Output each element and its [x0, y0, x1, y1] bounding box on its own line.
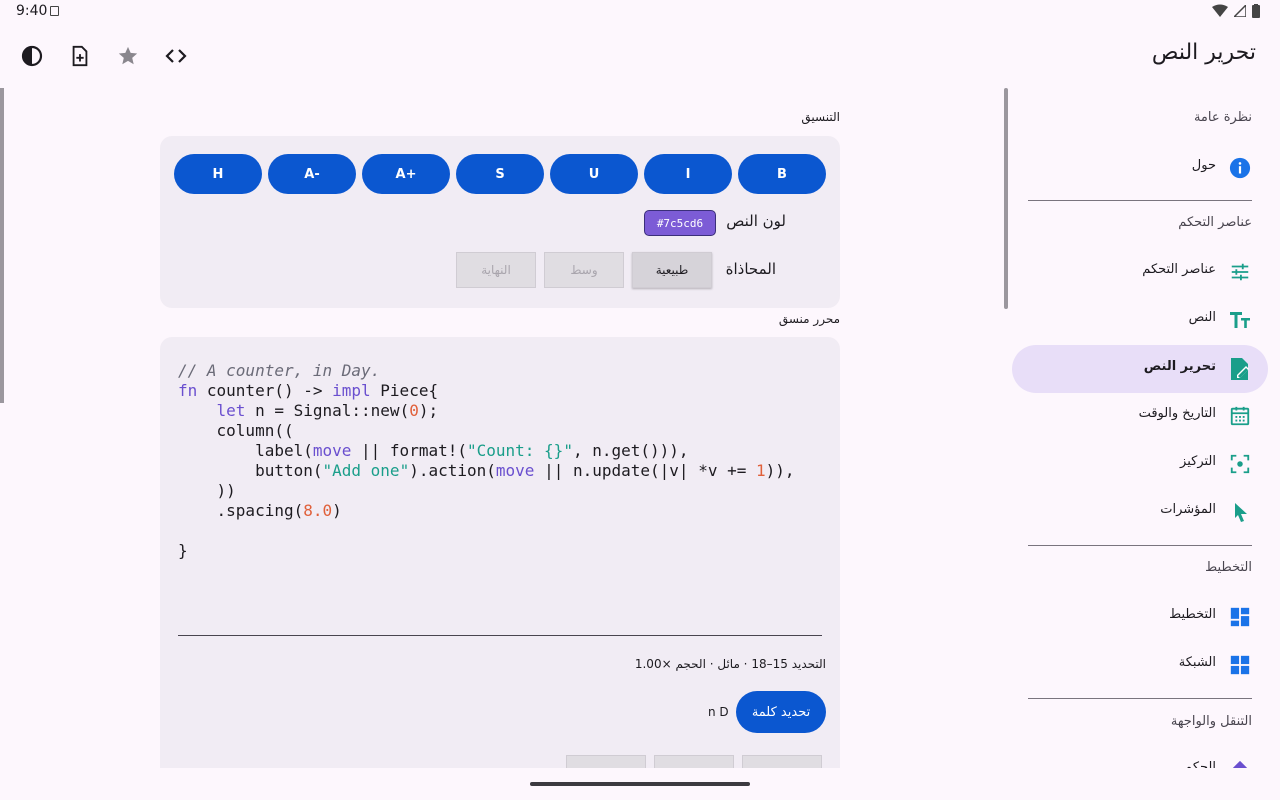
favorite-button[interactable] — [112, 40, 144, 72]
layout-icon — [1228, 605, 1252, 629]
sidebar-item-label: عناصر التحكم — [1142, 262, 1216, 277]
code-icon — [165, 49, 187, 63]
signal-icon — [1234, 5, 1246, 17]
underline-button[interactable]: U — [550, 154, 638, 194]
navigation-sidebar: نظرة عامة حول عناصر التحكم عناصر التحكم … — [1004, 88, 1280, 768]
sidebar-item-label: الحكم — [1184, 760, 1216, 768]
bold-button[interactable]: B — [738, 154, 826, 194]
section-layout-title: التخطيط — [1205, 560, 1252, 575]
sidebar-item-focus[interactable]: التركيز — [1012, 440, 1268, 488]
pointer-icon — [1228, 500, 1252, 524]
sidebar-item-label: التخطيط — [1169, 607, 1216, 622]
sidebar-item-label: التركيز — [1180, 454, 1216, 469]
align-center-option[interactable]: وسط — [544, 252, 624, 288]
status-time: 9:40 — [16, 3, 48, 19]
editor-action-button-3[interactable] — [566, 755, 646, 768]
focus-icon — [1228, 452, 1252, 476]
diamond-icon — [1228, 758, 1252, 768]
increase-size-button[interactable]: A+ — [362, 154, 450, 194]
align-end-option[interactable]: النهاية — [456, 252, 536, 288]
editor-underline — [178, 635, 822, 636]
sidebar-divider — [1028, 698, 1252, 699]
formatting-section-label: التنسيق — [801, 110, 840, 124]
status-bar: 9:40 — [0, 0, 1280, 24]
sidebar-scrollbar[interactable] — [1004, 88, 1008, 309]
sidebar-item-about[interactable]: حول — [1012, 144, 1268, 192]
nd-text: n D — [708, 705, 729, 719]
editor-action-button-2[interactable] — [654, 755, 734, 768]
sidebar-item-partial[interactable]: الحكم — [1012, 746, 1268, 768]
sidebar-divider — [1028, 200, 1252, 201]
alignment-label: المحاذاة — [725, 260, 776, 278]
page-title: تحرير النص — [1151, 40, 1256, 65]
sidebar-item-grid[interactable]: الشبكة — [1012, 641, 1268, 689]
main-content: التنسيق B I U S A+ A- H لون النص #7c5cd6… — [0, 88, 1004, 768]
text-color-chip[interactable]: #7c5cd6 — [644, 210, 716, 236]
sidebar-item-label: المؤشرات — [1160, 502, 1216, 517]
theme-toggle-icon — [21, 45, 43, 67]
editor-card: // A counter, in Day. fn counter() -> im… — [160, 337, 840, 768]
editor-status-text: التحديد 15–18 · مائل · الحجم ×1.00 — [634, 657, 826, 671]
star-icon — [118, 46, 138, 65]
theme-toggle-button[interactable] — [16, 40, 48, 72]
text-color-label: لون النص — [726, 212, 786, 230]
sidebar-item-text-editing[interactable]: تحرير النص — [1012, 345, 1268, 393]
section-controls-title: عناصر التحكم — [1178, 215, 1252, 230]
section-navigation-title: التنقل والواجهة — [1170, 714, 1252, 729]
sidebar-item-pointers[interactable]: المؤشرات — [1012, 488, 1268, 536]
sidebar-item-label: حول — [1191, 158, 1216, 173]
italic-button[interactable]: I — [644, 154, 732, 194]
grid-icon — [1228, 653, 1252, 677]
home-indicator[interactable] — [530, 782, 750, 786]
sidebar-item-label: تحرير النص — [1143, 359, 1216, 374]
new-document-button[interactable] — [64, 40, 96, 72]
new-document-icon — [72, 45, 88, 67]
code-view-button[interactable] — [160, 40, 192, 72]
strikethrough-button[interactable]: S — [456, 154, 544, 194]
text-fields-icon — [1228, 308, 1252, 332]
heading-button[interactable]: H — [174, 154, 262, 194]
formatting-card: B I U S A+ A- H لون النص #7c5cd6 المحاذا… — [160, 136, 840, 308]
select-word-button[interactable]: تحديد كلمة — [736, 691, 826, 733]
sidebar-item-label: التاريخ والوقت — [1138, 406, 1216, 421]
section-overview-title: نظرة عامة — [1193, 110, 1252, 125]
wifi-icon — [1212, 4, 1228, 17]
decrease-size-button[interactable]: A- — [268, 154, 356, 194]
edit-document-icon — [1228, 357, 1252, 381]
editor-section-label: محرر منسق — [778, 312, 840, 326]
notification-icon — [50, 6, 59, 16]
sidebar-item-layout[interactable]: التخطيط — [1012, 593, 1268, 641]
sidebar-item-controls[interactable]: عناصر التحكم — [1012, 248, 1268, 296]
battery-icon — [1252, 4, 1260, 18]
tune-icon — [1228, 260, 1252, 284]
info-icon — [1228, 156, 1252, 180]
sidebar-item-label: النص — [1188, 310, 1216, 325]
sidebar-item-date-time[interactable]: التاريخ والوقت — [1012, 392, 1268, 440]
align-natural-option[interactable]: طبيعية — [632, 252, 712, 288]
editor-action-button-1[interactable] — [742, 755, 822, 768]
calendar-icon — [1228, 404, 1252, 428]
code-editor[interactable]: // A counter, in Day. fn counter() -> im… — [178, 361, 795, 561]
sidebar-item-text[interactable]: النص — [1012, 296, 1268, 344]
sidebar-item-label: الشبكة — [1178, 655, 1216, 670]
sidebar-divider — [1028, 545, 1252, 546]
